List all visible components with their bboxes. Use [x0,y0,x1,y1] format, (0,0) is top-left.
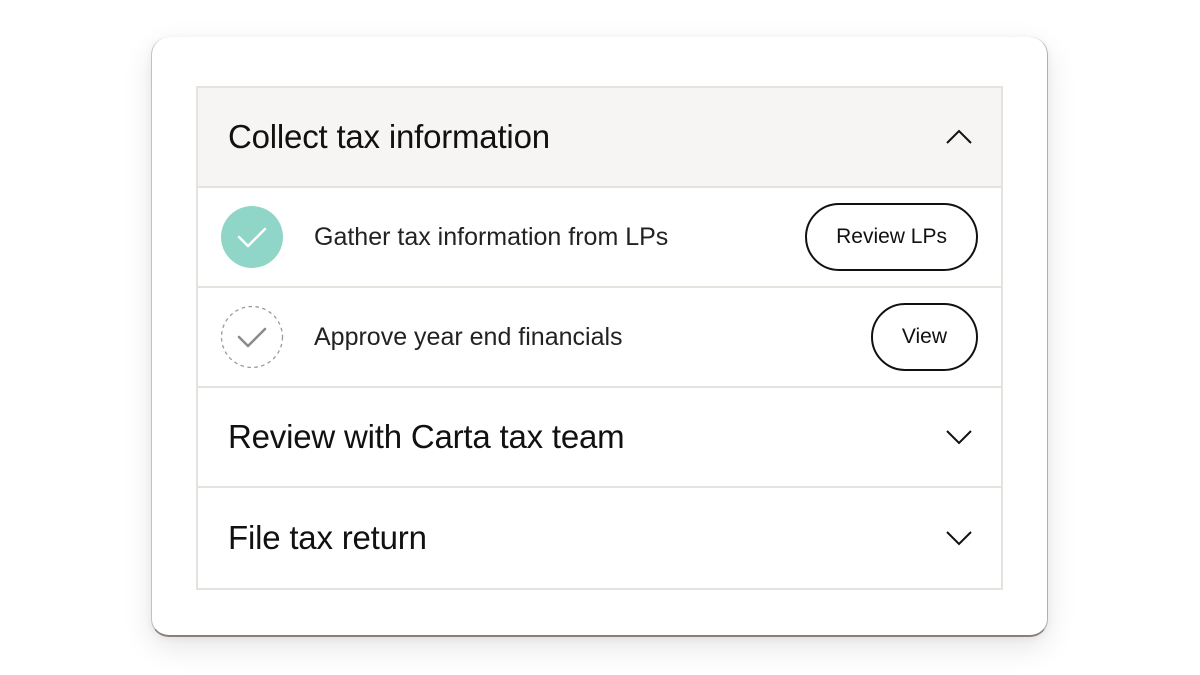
chevron-up-icon[interactable] [945,128,973,146]
chevron-down-icon[interactable] [945,529,973,547]
task-row-gather-tax-information: Gather tax information from LPs Review L… [198,188,1001,288]
section-title: Review with Carta tax team [228,418,625,455]
section-title: Collect tax information [228,118,550,155]
task-row-approve-year-end-financials: Approve year end financials View [198,288,1001,388]
check-circle-filled-icon [221,206,283,268]
section-title: File tax return [228,519,427,556]
section-header-review-with-carta-tax-team[interactable]: Review with Carta tax team [198,388,1001,488]
chevron-down-icon[interactable] [945,428,973,446]
section-header-file-tax-return[interactable]: File tax return [198,488,1001,588]
task-label: Gather tax information from LPs [314,222,669,251]
section-header-collect-tax-information[interactable]: Collect tax information [198,88,1001,188]
view-button[interactable]: View [870,303,978,371]
check-circle-dashed-icon [220,305,284,369]
task-label: Approve year end financials [314,322,623,351]
tax-steps-accordion: Collect tax information Gather tax infor… [196,86,1003,590]
review-lps-button[interactable]: Review LPs [805,203,978,271]
